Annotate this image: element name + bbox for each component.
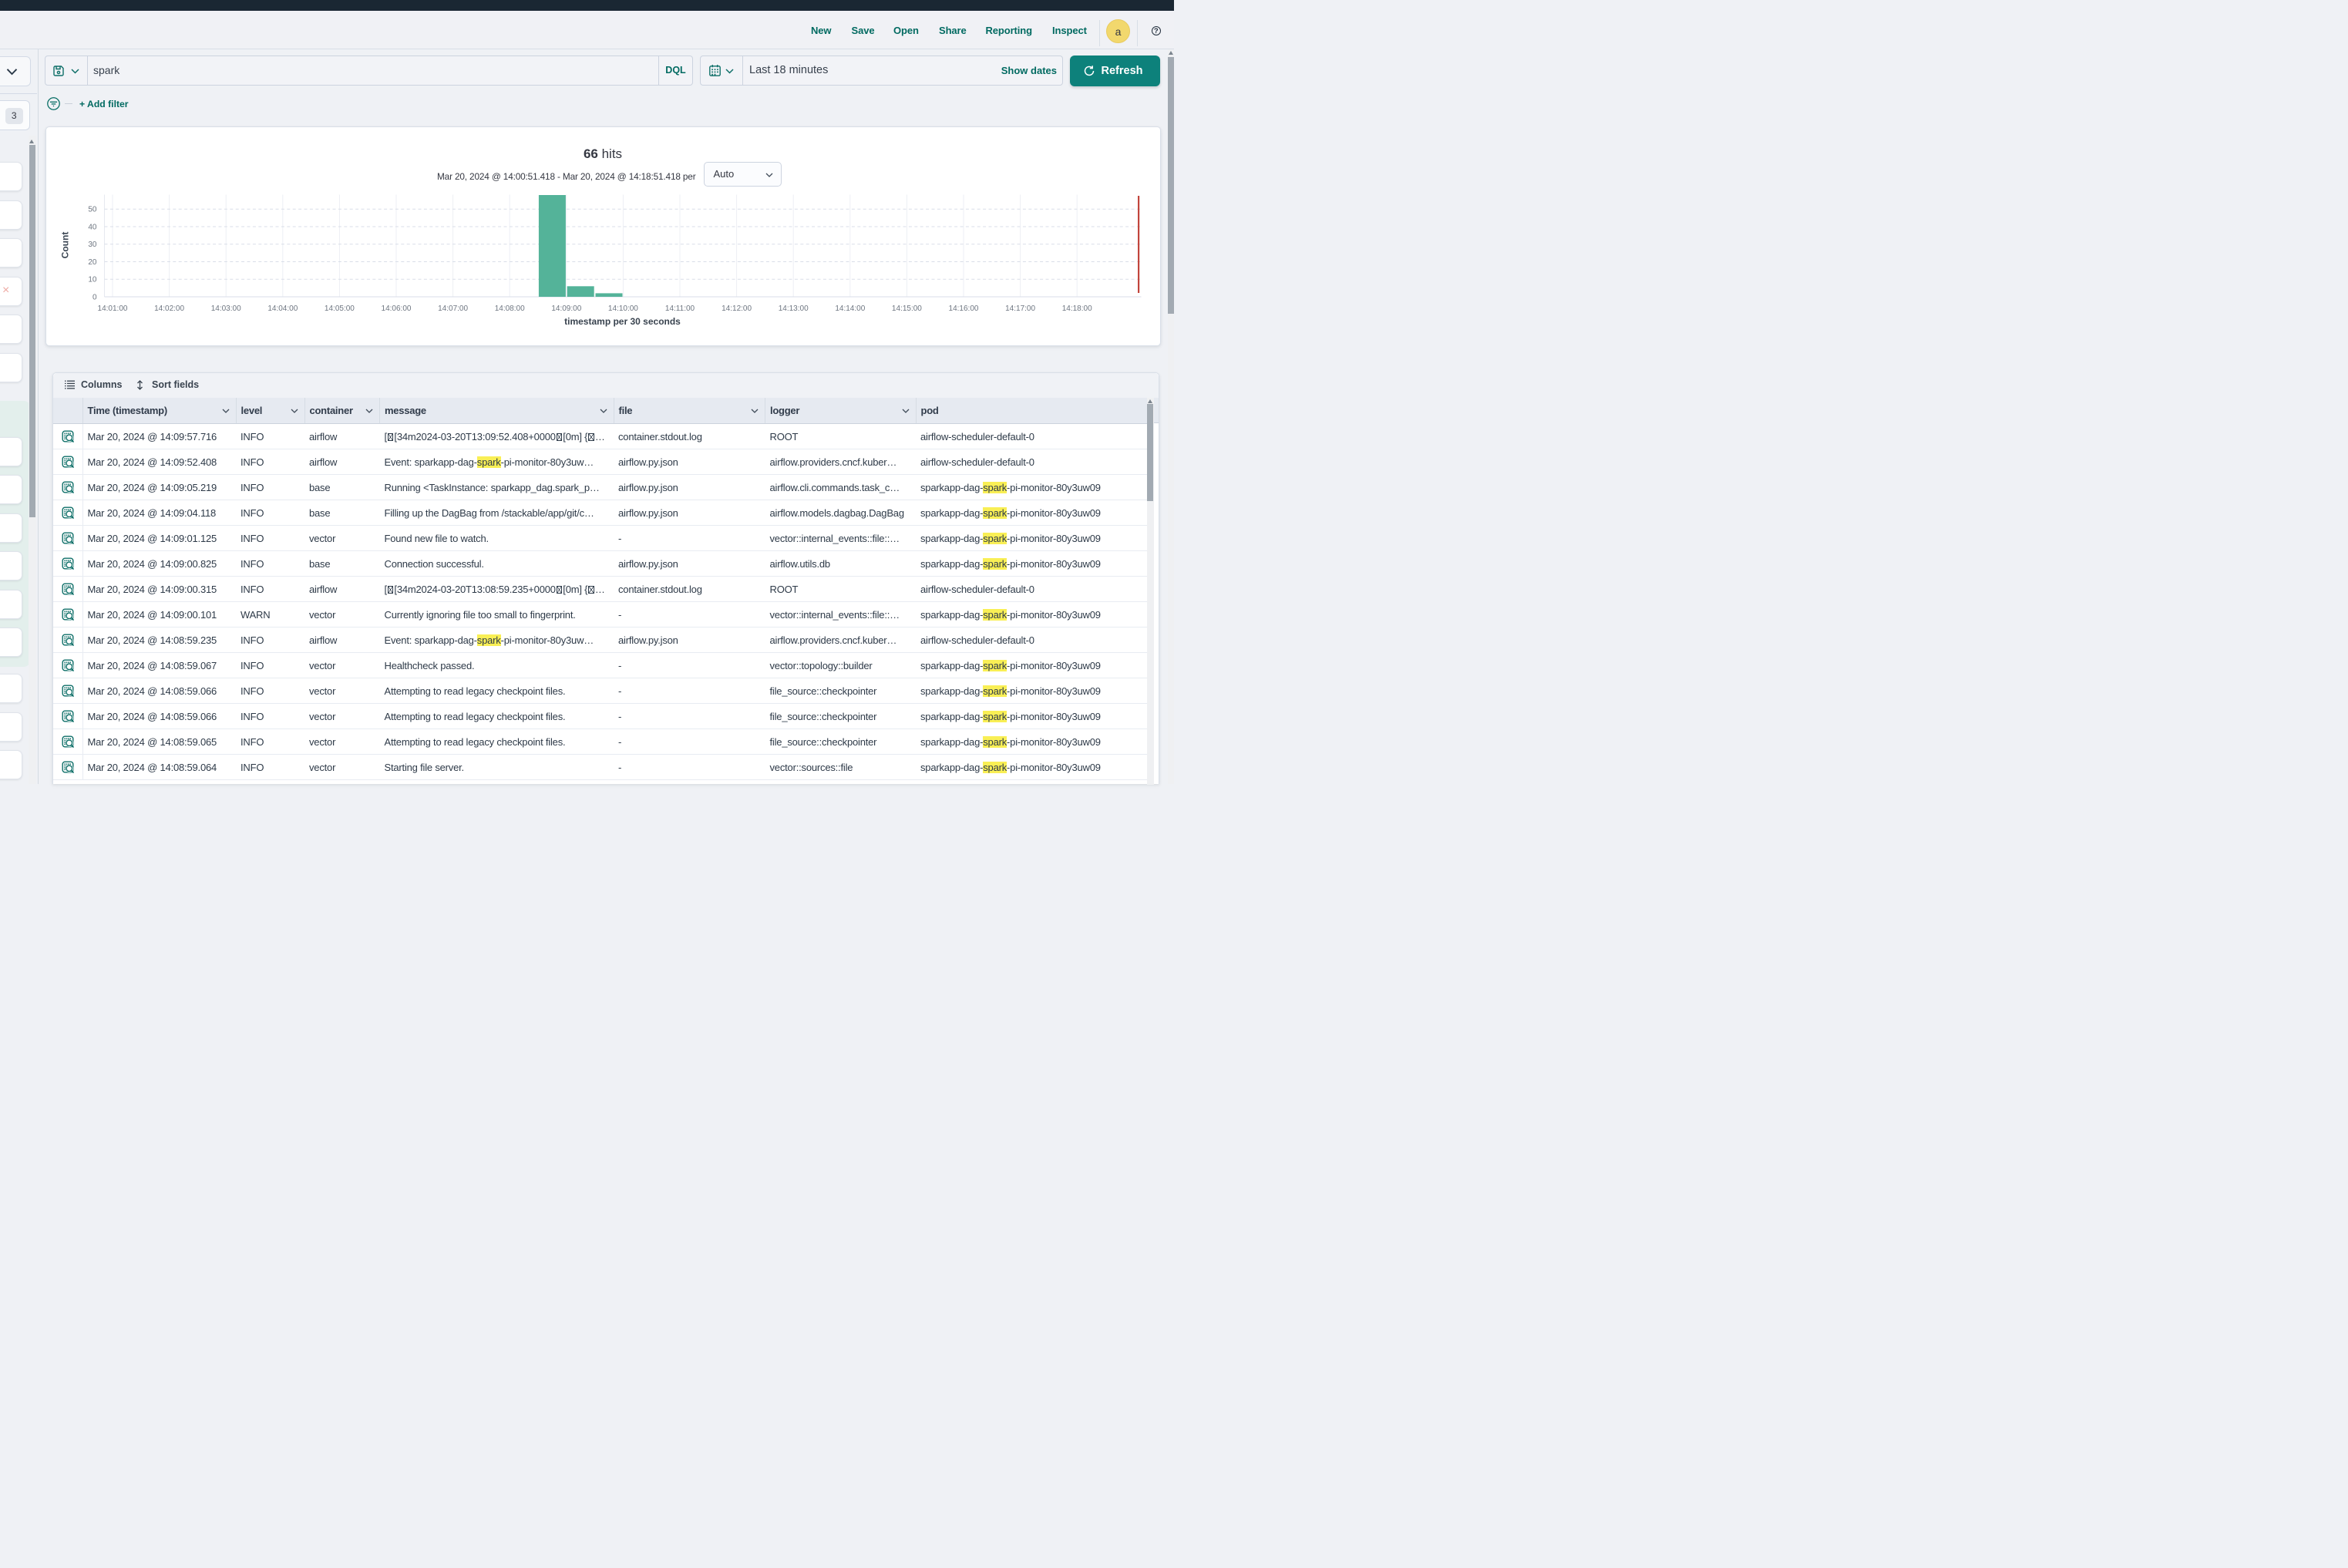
svg-text:20: 20 [88,258,97,267]
svg-text:14:03:00: 14:03:00 [210,305,241,313]
svg-text:14:07:00: 14:07:00 [438,305,468,313]
svg-text:14:14:00: 14:14:00 [835,305,865,313]
svg-text:14:15:00: 14:15:00 [891,305,921,313]
svg-text:14:18:00: 14:18:00 [1061,305,1092,313]
svg-text:14:08:00: 14:08:00 [494,305,524,313]
svg-text:14:05:00: 14:05:00 [324,305,354,313]
svg-text:0: 0 [92,294,96,302]
svg-text:timestamp per 30 seconds: timestamp per 30 seconds [564,316,681,327]
svg-text:14:01:00: 14:01:00 [97,305,127,313]
svg-text:14:06:00: 14:06:00 [381,305,411,313]
svg-text:50: 50 [88,206,97,214]
svg-text:14:09:00: 14:09:00 [551,305,581,313]
svg-text:14:13:00: 14:13:00 [778,305,808,313]
svg-text:40: 40 [88,224,97,232]
svg-text:14:17:00: 14:17:00 [1005,305,1035,313]
svg-text:14:10:00: 14:10:00 [607,305,637,313]
svg-text:14:04:00: 14:04:00 [267,305,298,313]
svg-text:10: 10 [88,276,97,284]
svg-text:Count: Count [59,232,70,259]
svg-text:14:12:00: 14:12:00 [722,305,752,313]
svg-text:14:16:00: 14:16:00 [948,305,978,313]
svg-text:14:02:00: 14:02:00 [154,305,184,313]
svg-text:30: 30 [88,241,97,249]
svg-text:14:11:00: 14:11:00 [664,305,695,313]
